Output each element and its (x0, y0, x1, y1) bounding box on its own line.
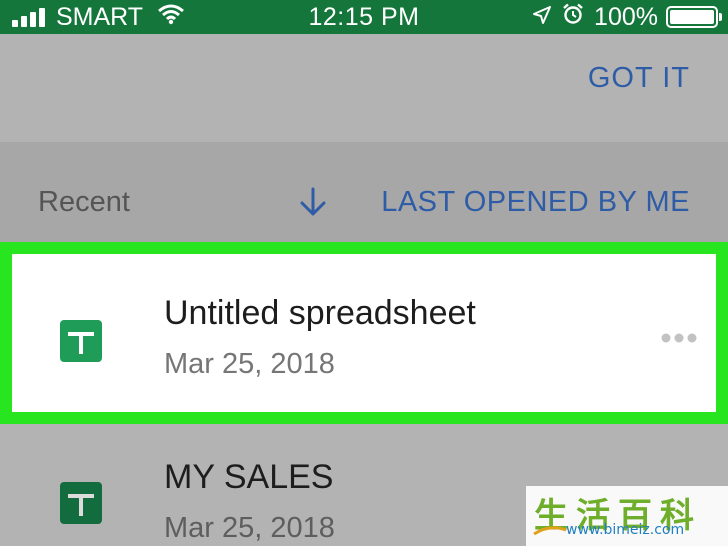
file-title: MY SALES (164, 458, 334, 496)
got-it-button[interactable]: GOT IT (588, 62, 690, 95)
sort-bar: Recent LAST OPENED BY ME (0, 142, 728, 242)
alarm-icon (562, 3, 584, 32)
file-title: Untitled spreadsheet (164, 294, 476, 332)
google-sheets-icon (60, 482, 102, 524)
status-bar: SMART 12:15 PM 100% (0, 0, 728, 34)
more-options-icon[interactable] (660, 330, 700, 351)
status-right: 100% (532, 0, 722, 34)
file-row[interactable]: Untitled spreadsheet Mar 25, 2018 (0, 242, 728, 424)
sort-order-button[interactable]: LAST OPENED BY ME (381, 186, 690, 219)
location-arrow-icon (532, 3, 552, 32)
file-date: Mar 25, 2018 (164, 512, 335, 544)
section-label-recent: Recent (38, 186, 130, 218)
battery-percent: 100% (594, 2, 658, 31)
info-banner: GOT IT (0, 34, 728, 142)
file-date: Mar 25, 2018 (164, 348, 335, 380)
watermark: 生活百科 www.bimeiz.com (526, 486, 728, 546)
sort-direction-arrow-icon[interactable] (298, 186, 328, 223)
watermark-swoosh-icon (533, 526, 567, 536)
watermark-url: www.bimeiz.com (566, 522, 685, 538)
google-sheets-icon (60, 320, 102, 362)
battery-icon (666, 6, 722, 28)
